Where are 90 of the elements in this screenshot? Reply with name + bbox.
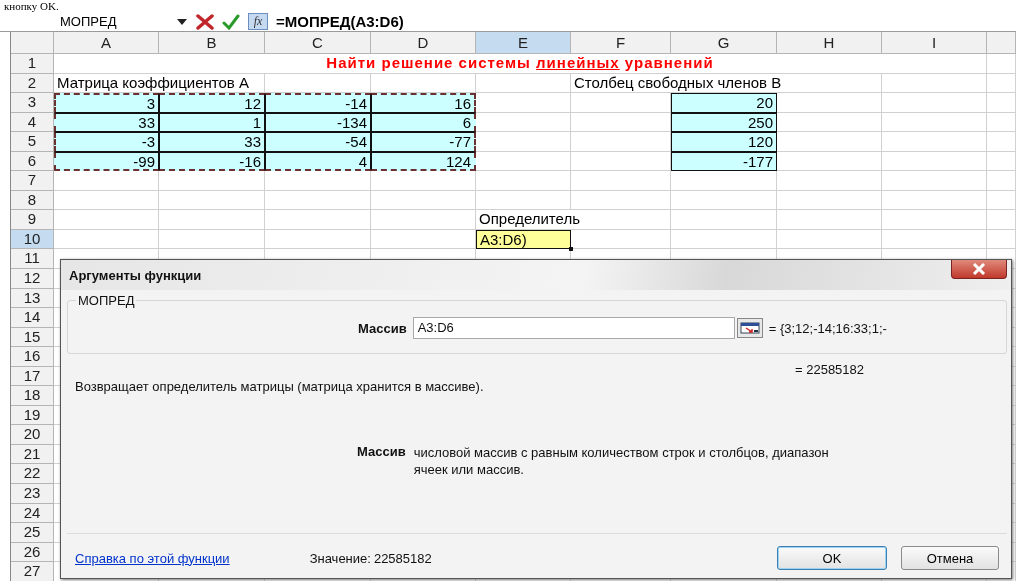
column-header[interactable]: C — [265, 32, 371, 54]
row-header[interactable]: 11 — [11, 249, 54, 269]
row-header[interactable]: 20 — [11, 425, 54, 445]
row-header[interactable]: 23 — [11, 484, 54, 504]
table-cell: -77 — [371, 132, 476, 152]
table-cell: 33 — [159, 132, 265, 152]
row-header[interactable]: 26 — [11, 542, 54, 563]
argument-label: Массив — [358, 320, 407, 336]
check-icon[interactable] — [222, 13, 240, 30]
table-cell: 124 — [371, 151, 476, 172]
fill-handle[interactable] — [569, 247, 573, 252]
table-cell — [987, 210, 1016, 230]
argument-preview: = {3;12;-14;16:33;1;- — [768, 320, 887, 336]
row-header[interactable]: 24 — [11, 503, 54, 524]
row-header[interactable]: 27 — [11, 562, 54, 581]
table-cell — [987, 54, 1016, 74]
result-text: = 22585182 — [795, 362, 865, 377]
close-button[interactable] — [951, 260, 1007, 279]
cell-text: Определитель — [476, 210, 671, 230]
column-header[interactable]: A — [54, 32, 159, 54]
close-icon[interactable] — [971, 263, 987, 275]
table-cell: 12 — [159, 93, 265, 113]
row-header[interactable]: 13 — [11, 288, 54, 309]
function-name: МОПРЕД — [76, 293, 137, 308]
row-header[interactable]: 10 — [11, 229, 54, 250]
column-header[interactable]: E — [476, 32, 571, 54]
table-cell — [987, 171, 1016, 191]
table-cell: -134 — [265, 112, 371, 133]
column-header[interactable]: B — [159, 32, 265, 54]
row-header[interactable]: 17 — [11, 366, 54, 387]
formula-field[interactable]: =МОПРЕД(A3:D6) — [276, 13, 404, 30]
document-text: кнопку OK. — [4, 1, 59, 12]
row-header[interactable]: 5 — [11, 132, 54, 152]
row-header[interactable]: 3 — [11, 93, 54, 113]
row-header[interactable]: 2 — [11, 73, 54, 94]
table-cell: -99 — [54, 151, 159, 172]
row-header[interactable]: 25 — [11, 523, 54, 543]
row-header[interactable]: 15 — [11, 327, 54, 348]
caret-icon[interactable] — [176, 17, 188, 26]
argument-help-text: числовой массив с равным количеством строк и столбцов, диапазон ячеек или массив. — [413, 444, 830, 478]
table-cell: 120 — [671, 132, 777, 152]
active-cell[interactable]: A3:D6) — [476, 229, 571, 250]
function-description: Возвращает определитель матрицы (матрица хранится в массиве). — [74, 379, 485, 394]
table-cell: 16 — [371, 93, 476, 113]
table-cell: -177 — [671, 151, 777, 172]
table-cell: 1 — [159, 112, 265, 133]
column-header[interactable]: I — [882, 32, 987, 54]
column-header[interactable]: D — [371, 32, 476, 54]
table-cell: -3 — [54, 132, 159, 152]
dialog-button[interactable]: Отмена — [901, 546, 999, 570]
row-header[interactable]: 21 — [11, 444, 54, 465]
row-header[interactable]: 14 — [11, 308, 54, 328]
row-header[interactable]: 9 — [11, 210, 54, 230]
name-box[interactable]: МОПРЕД — [60, 14, 160, 29]
column-header[interactable]: G — [671, 32, 777, 54]
column-header[interactable]: F — [571, 32, 671, 54]
row-header[interactable]: 8 — [11, 190, 54, 211]
row-header[interactable]: 7 — [11, 171, 54, 191]
dialog-button[interactable]: OK — [777, 546, 887, 570]
table-cell — [987, 93, 1016, 113]
row-header[interactable]: 4 — [11, 112, 54, 133]
table-cell: 20 — [671, 93, 777, 113]
cancel-icon[interactable] — [196, 13, 214, 30]
insert-function-button[interactable]: fx — [248, 13, 268, 30]
table-cell: 6 — [371, 112, 476, 133]
dialog-title: Аргументы функции — [69, 267, 202, 283]
table-cell: 4 — [265, 151, 371, 172]
cell-text: Матрица коэффициентов А — [54, 73, 265, 94]
table-cell: 3 — [54, 93, 159, 113]
sheet-title: Найти решение системы линейных уравнений — [54, 54, 987, 74]
row-header[interactable]: 6 — [11, 151, 54, 172]
table-cell: -14 — [265, 93, 371, 113]
table-cell — [987, 132, 1016, 152]
table-cell: 250 — [671, 112, 777, 133]
column-header[interactable]: H — [777, 32, 882, 54]
row-header[interactable]: 18 — [11, 386, 54, 406]
table-cell: -54 — [265, 132, 371, 152]
table-cell: 33 — [54, 112, 159, 133]
row-header[interactable]: 12 — [11, 269, 54, 289]
argument-help-label: Массив — [357, 444, 406, 461]
cell-text: Столбец свободных членов В — [571, 73, 882, 94]
argument-field[interactable]: A3:D6 — [412, 317, 735, 339]
row-header[interactable]: 1 — [11, 54, 54, 74]
row-header[interactable]: 16 — [11, 347, 54, 367]
value-label: Значение: — [309, 550, 371, 566]
row-header[interactable]: 22 — [11, 464, 54, 485]
row-header[interactable]: 19 — [11, 405, 54, 426]
table-cell: -16 — [159, 151, 265, 172]
value-text: 22585182 — [373, 550, 432, 566]
help-link[interactable]: Справка по этой функции — [75, 550, 230, 566]
